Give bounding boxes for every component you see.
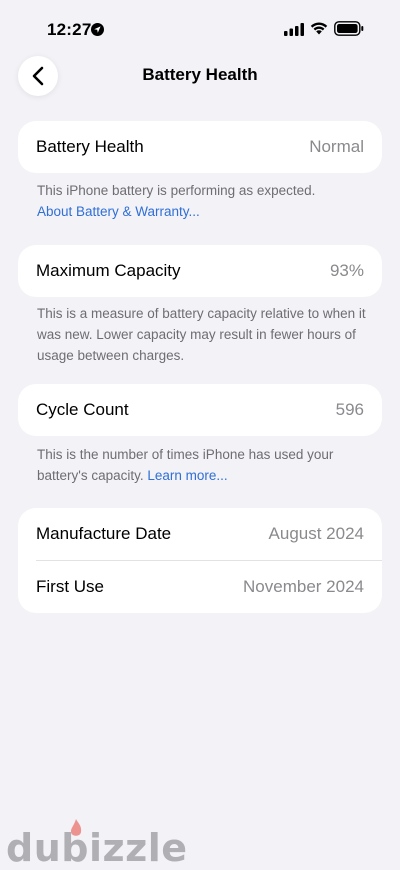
battery-health-label: Battery Health	[36, 137, 144, 156]
cycle-count-label: Cycle Count	[36, 400, 129, 419]
wifi-icon	[310, 22, 328, 35]
maximum-capacity-row: Maximum Capacity 93%	[18, 245, 382, 297]
maximum-capacity-value: 93%	[329, 261, 364, 280]
manufacture-date-label: Manufacture Date	[36, 524, 172, 543]
cycle-count-card: Cycle Count 596	[18, 384, 382, 436]
battery-health-note: This iPhone battery is performing as exp…	[37, 183, 316, 198]
page-title: Battery Health	[142, 65, 258, 84]
battery-health-row: Battery Health Normal	[18, 121, 382, 173]
dubizzle-watermark: dubizzle	[6, 826, 188, 870]
maximum-capacity-label: Maximum Capacity	[36, 261, 181, 280]
signal-icon	[284, 23, 304, 36]
cycle-count-value: 596	[335, 400, 364, 419]
learn-more-link[interactable]: Learn more...	[147, 468, 227, 483]
location-icon	[91, 23, 104, 36]
about-battery-warranty-link[interactable]: About Battery & Warranty...	[37, 201, 377, 222]
maximum-capacity-card: Maximum Capacity 93%	[18, 245, 382, 297]
maximum-capacity-note: This is a measure of battery capacity re…	[37, 306, 366, 363]
flame-icon	[70, 819, 82, 836]
first-use-value: November 2024	[243, 577, 364, 596]
manufacture-date-row: Manufacture Date August 2024	[18, 508, 382, 560]
battery-health-value: Normal	[309, 137, 364, 156]
cycle-count-row: Cycle Count 596	[18, 384, 382, 436]
battery-health-card: Battery Health Normal	[18, 121, 382, 173]
first-use-row: First Use November 2024	[18, 561, 382, 613]
battery-icon	[334, 21, 364, 36]
cycle-count-footnote: This is the number of times iPhone has u…	[37, 444, 377, 486]
first-use-label: First Use	[36, 577, 104, 596]
dates-card: Manufacture Date August 2024 First Use N…	[18, 508, 382, 613]
navigation-bar: Battery Health	[0, 56, 400, 100]
battery-health-footnote: This iPhone battery is performing as exp…	[37, 180, 377, 222]
status-bar: 12:27	[0, 0, 400, 56]
status-time: 12:27	[47, 20, 92, 39]
manufacture-date-value: August 2024	[268, 524, 364, 543]
